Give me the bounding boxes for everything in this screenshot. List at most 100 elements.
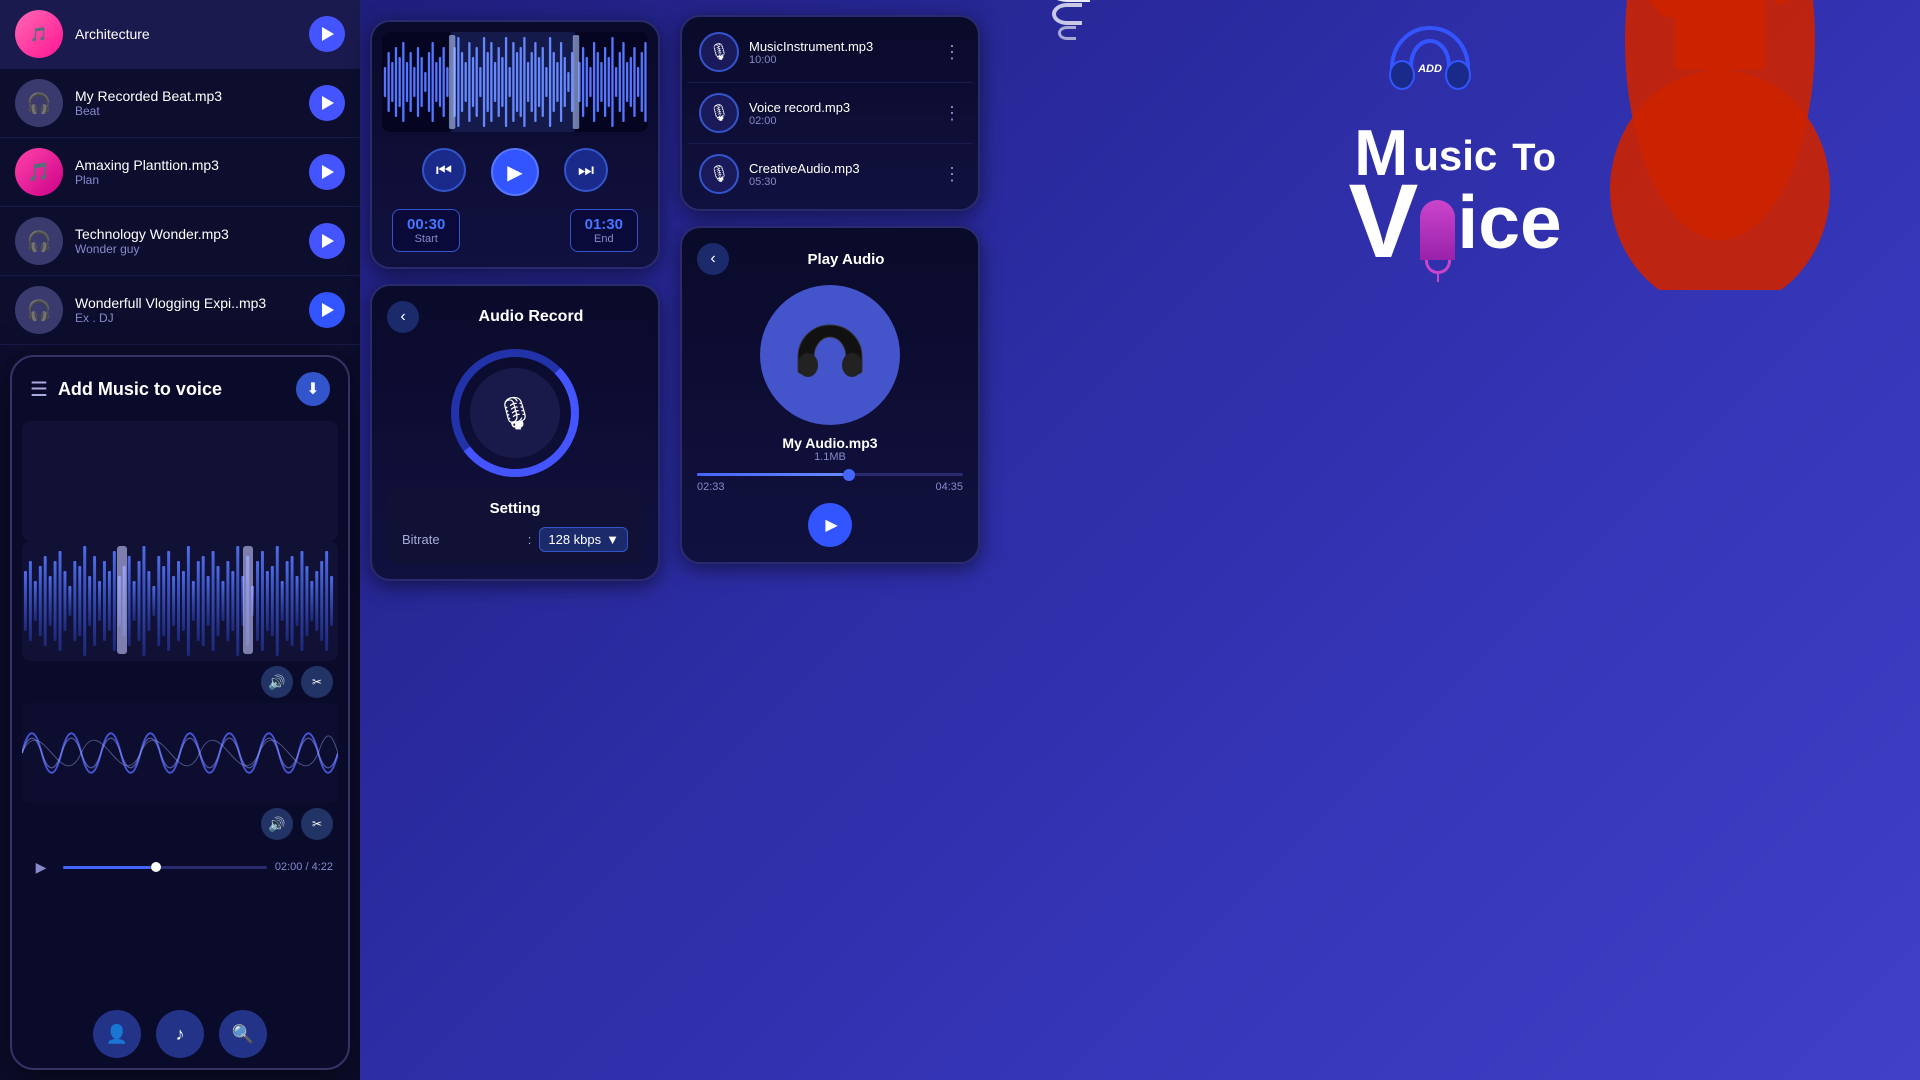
mic-icon: 🎙 <box>699 154 739 194</box>
top-waveform <box>22 421 338 541</box>
list-item: 🎧 My Recorded Beat.mp3 Beat <box>0 69 360 138</box>
headphone-svg <box>790 315 870 395</box>
record-header: ‹ Audio Record <box>387 301 643 333</box>
person-button[interactable]: 👤 <box>93 1010 141 1058</box>
headphone-logo: ADD <box>1380 20 1480 110</box>
more-button[interactable]: ⋮ <box>943 103 961 124</box>
record-title: Audio Record <box>419 308 643 326</box>
record-panel: ‹ Audio Record 🎙 Setting Bitrate : 128 k… <box>370 284 660 581</box>
svg-text:ADD: ADD <box>1417 63 1442 75</box>
skip-back-button[interactable]: ⏮ <box>422 148 466 192</box>
playback-bar: ▶ 02:00 / 4:22 <box>12 845 348 889</box>
volume-button[interactable]: 🔊 <box>261 666 293 698</box>
progress-dot <box>151 862 161 872</box>
mic-visual: 🎙 <box>450 348 580 478</box>
right-column: 🎙 MusicInstrument.mp3 10:00 ⋮ 🎙 Voice re… <box>670 0 990 579</box>
phone-mockup: ☰ Add Music to voice ⬇ <box>10 355 350 1070</box>
play-button[interactable] <box>309 292 345 328</box>
trim-handle-left[interactable] <box>117 546 127 654</box>
headphone-icon <box>760 285 900 425</box>
track-artist: Ex . DJ <box>75 311 297 325</box>
play-audio-back-button[interactable]: ‹ <box>697 243 729 275</box>
music-tracks-panel: 🎙 MusicInstrument.mp3 10:00 ⋮ 🎙 Voice re… <box>680 15 980 211</box>
track-info: My Recorded Beat.mp3 Beat <box>75 88 297 118</box>
track-info: Amaxing Planttion.mp3 Plan <box>75 157 297 187</box>
brand-usic-text: usic <box>1413 132 1497 180</box>
thumb: 🎵 <box>15 148 63 196</box>
app-header: ☰ Add Music to voice ⬇ <box>12 357 348 421</box>
play-button[interactable] <box>309 85 345 121</box>
track-info: Architecture <box>75 26 297 42</box>
play-button[interactable] <box>309 154 345 190</box>
list-scroll[interactable]: 🎵 Architecture 🎧 My Recorded Beat.mp3 Be… <box>0 0 360 345</box>
play-button[interactable] <box>309 16 345 52</box>
track-name: Technology Wonder.mp3 <box>75 226 297 242</box>
play-audio-button[interactable]: ▶ <box>808 503 852 547</box>
track-info: Technology Wonder.mp3 Wonder guy <box>75 226 297 256</box>
audio-times: 02:33 04:35 <box>697 481 963 493</box>
sine-wave-svg <box>22 703 338 803</box>
time-display: 02:00 / 4:22 <box>275 861 333 873</box>
back-button[interactable]: ‹ <box>387 301 419 333</box>
play-audio-title: Play Audio <box>729 251 963 268</box>
play-button[interactable] <box>309 223 345 259</box>
track-artist: Plan <box>75 173 297 187</box>
trim-waveform-svg <box>382 32 648 132</box>
track-time: 02:00 <box>749 115 933 127</box>
play-main-button[interactable]: ▶ <box>491 148 539 196</box>
settings-box: Setting Bitrate : 128 kbps ▼ <box>387 488 643 564</box>
mic-icon: 🎙 <box>699 93 739 133</box>
track-name: Wonderfull Vlogging Expi..mp3 <box>75 295 297 311</box>
end-time-value: 01:30 <box>585 216 623 233</box>
download-button[interactable]: ⬇ <box>296 372 330 406</box>
thumb: 🎵 <box>15 10 63 58</box>
track-item: 🎙 Voice record.mp3 02:00 ⋮ <box>687 83 973 144</box>
audio-size: 1.1MB <box>697 451 963 463</box>
track-info: CreativeAudio.mp3 05:30 <box>749 161 933 188</box>
headphone-logo-svg: ADD <box>1380 20 1480 110</box>
track-name: Architecture <box>75 26 297 42</box>
volume-button-2[interactable]: 🔊 <box>261 808 293 840</box>
more-button[interactable]: ⋮ <box>943 42 961 63</box>
brand-v-letter: V <box>1348 175 1418 270</box>
setting-title: Setting <box>402 500 628 517</box>
track-time: 05:30 <box>749 176 933 188</box>
app-title: Add Music to voice <box>58 379 286 400</box>
mic-container: 🎙 <box>387 348 643 478</box>
bottom-controls: 🔊 ✂ <box>12 803 348 845</box>
panel1-music-list: 🎵 Architecture 🎧 My Recorded Beat.mp3 Be… <box>0 0 360 1080</box>
audio-name: My Audio.mp3 <box>697 435 963 451</box>
play-small-button[interactable]: ▶ <box>27 853 55 881</box>
list-item: 🎵 Amaxing Planttion.mp3 Plan <box>0 138 360 207</box>
skip-forward-button[interactable]: ⏭ <box>564 148 608 192</box>
track-info: Wonderfull Vlogging Expi..mp3 Ex . DJ <box>75 295 297 325</box>
audio-progress-bar[interactable] <box>697 473 963 476</box>
track-name: Amaxing Planttion.mp3 <box>75 157 297 173</box>
search-button[interactable]: 🔍 <box>219 1010 267 1058</box>
track-name: MusicInstrument.mp3 <box>749 39 933 54</box>
transport-controls: ⏮ ▶ ⏭ <box>382 140 648 204</box>
play-audio-panel: ‹ Play Audio My Audio.mp3 1.1MB 02:33 04… <box>680 226 980 564</box>
music-button[interactable]: ♪ <box>156 1010 204 1058</box>
audio-progress-fill <box>697 473 843 476</box>
progress-track[interactable] <box>63 866 267 869</box>
thumb: 🎧 <box>15 79 63 127</box>
list-item: 🎧 Technology Wonder.mp3 Wonder guy <box>0 207 360 276</box>
track-name: My Recorded Beat.mp3 <box>75 88 297 104</box>
more-button[interactable]: ⋮ <box>943 164 961 185</box>
list-item: 🎵 Architecture <box>0 0 360 69</box>
mic-record-button[interactable]: 🎙 <box>470 368 560 458</box>
trim-handle-right[interactable] <box>243 546 253 654</box>
cut-button[interactable]: ✂ <box>301 666 333 698</box>
track-time: 10:00 <box>749 54 933 66</box>
bitrate-select[interactable]: 128 kbps ▼ <box>539 527 628 552</box>
cut-button-2[interactable]: ✂ <box>301 808 333 840</box>
thumb: 🎧 <box>15 217 63 265</box>
end-time-box: 01:30 End <box>570 209 638 252</box>
total-time: 04:35 <box>935 481 963 493</box>
track-name: Voice record.mp3 <box>749 100 933 115</box>
center-column: ⏮ ▶ ⏭ 00:30 Start 01:30 End ‹ Audio Reco… <box>360 0 670 601</box>
bottom-waveform <box>22 703 338 803</box>
waveform-controls: 🔊 ✂ <box>12 661 348 703</box>
track-item: 🎙 MusicInstrument.mp3 10:00 ⋮ <box>687 22 973 83</box>
